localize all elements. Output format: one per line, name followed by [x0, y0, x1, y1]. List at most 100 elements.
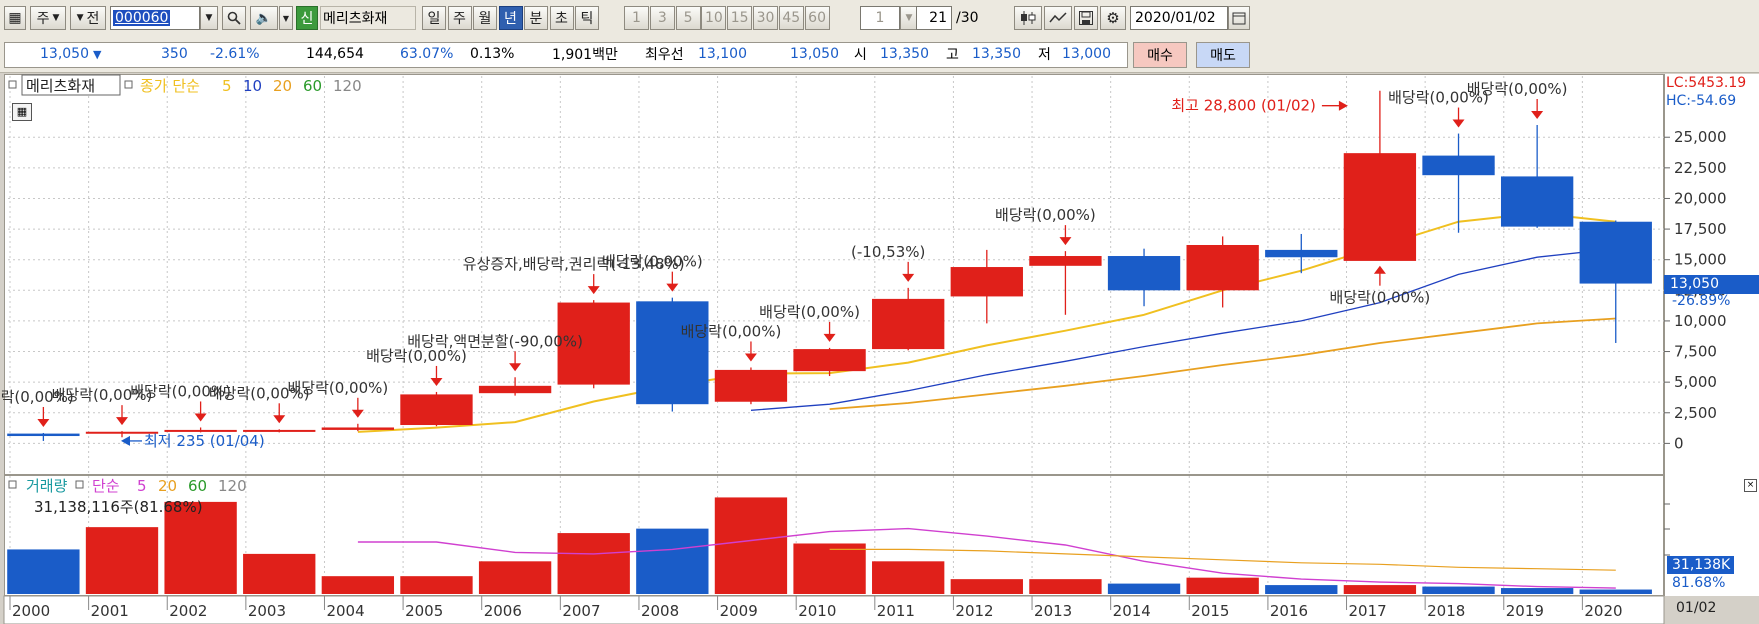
candle	[714, 367, 788, 405]
volume-percent-tag: 81.68%	[1672, 575, 1725, 591]
volume-ma-lines	[357, 503, 1670, 589]
x-tick-label: 2020	[1584, 602, 1622, 620]
table-icon[interactable]: ▦	[12, 103, 32, 121]
x-tick-label: 2016	[1270, 602, 1308, 620]
candle-body	[636, 301, 709, 405]
ma60-line	[829, 317, 1616, 410]
y-tick-label: 22,500	[1674, 159, 1727, 177]
candle-body	[400, 394, 473, 426]
x-tick-label: 2004	[326, 602, 364, 620]
volume-bar	[7, 549, 80, 594]
volume-bar	[243, 553, 316, 594]
volume-bar	[793, 543, 866, 594]
volume-bar	[1500, 588, 1574, 594]
x-tick-label: 2008	[641, 602, 679, 620]
candle	[1265, 233, 1338, 274]
annotation-arrowhead	[509, 363, 522, 372]
x-tick-label: 2011	[877, 602, 915, 620]
candle	[1422, 133, 1495, 233]
date-tag-text: 01/02	[1676, 600, 1717, 616]
candle-body	[1265, 249, 1338, 258]
legend-volume-ma-120: 120	[218, 477, 247, 495]
candle-body	[1186, 244, 1259, 291]
x-tick-label: 2001	[91, 602, 129, 620]
candle-body	[1107, 256, 1181, 291]
volume-ma20-line	[829, 548, 1616, 571]
x-tick-label: 2012	[955, 602, 993, 620]
close-icon[interactable]: ×	[1744, 479, 1757, 492]
y-tick-label: 5,000	[1674, 373, 1717, 391]
change-percent-tag-text: -26.89%	[1672, 292, 1731, 309]
legend-ma-60: 60	[303, 77, 322, 95]
volume-bar	[1265, 585, 1338, 594]
candle	[1186, 236, 1259, 308]
volume-bar	[950, 579, 1023, 594]
volume-bar	[85, 527, 159, 594]
annotation-label: 배당락(0,00%)	[1330, 289, 1431, 307]
x-tick-label: 2007	[562, 602, 600, 620]
x-tick-label: 2017	[1349, 602, 1387, 620]
candle	[636, 297, 709, 412]
annotation-label: 배당락(0,00%)	[602, 253, 703, 271]
legend-ma-20: 20	[273, 77, 292, 95]
legend-volume-current: 31,138,116주(81.68%)	[34, 498, 203, 516]
candle-body	[1343, 153, 1417, 261]
legend-stock-name: 메리츠화재	[26, 77, 95, 95]
legend-volume-ma-5: 5	[137, 477, 147, 495]
legend-volume-ma-60: 60	[188, 477, 207, 495]
x-tick-label: 2010	[798, 602, 836, 620]
date-tag: 01/02	[1676, 600, 1716, 616]
x-tick-label: 2014	[1113, 602, 1151, 620]
legend-square	[124, 80, 133, 89]
annotation-arrowhead	[902, 273, 915, 282]
volume-bar	[1343, 585, 1417, 594]
annotation-arrowhead	[744, 353, 757, 362]
candle	[1107, 248, 1181, 307]
annotation-arrowhead	[430, 377, 443, 386]
legend-square	[75, 480, 84, 489]
annotation-arrowhead	[1452, 119, 1465, 128]
y-tick-label: 2,500	[1674, 404, 1717, 422]
lc-label: LC:5453.19	[1666, 75, 1751, 91]
candle	[400, 391, 473, 427]
volume-bar	[714, 497, 788, 594]
x-tick-label: 2013	[1034, 602, 1072, 620]
volume-bar	[557, 533, 630, 594]
candle-body	[793, 349, 866, 372]
low-note: 최저 235 (01/04)	[144, 432, 265, 450]
candle	[1500, 124, 1574, 228]
annotation-arrowhead	[273, 415, 286, 424]
legend-volume-ma-label: 단순	[92, 477, 120, 495]
annotation-arrowhead	[1373, 265, 1386, 274]
volume-bar	[400, 576, 473, 594]
candle-body	[1422, 155, 1495, 176]
legend-volume-label: 거래량	[26, 477, 68, 495]
candle	[872, 287, 945, 351]
x-tick-label: 2018	[1427, 602, 1465, 620]
lc-label-text: LC:5453.19	[1666, 75, 1747, 91]
volume-tag: 31,138K	[1667, 556, 1734, 574]
volume-bar	[1422, 586, 1495, 594]
y-tick-label: 17,500	[1674, 220, 1727, 238]
x-tick-label: 2000	[12, 602, 50, 620]
volume-percent-tag-text: 81.68%	[1672, 575, 1726, 591]
volume-tag-text: 31,138K	[1672, 557, 1731, 573]
candle-body	[714, 369, 788, 402]
y-tick-label: 0	[1674, 434, 1684, 452]
annotation-label: 배당락(0,00%)	[287, 379, 388, 397]
annotation-label: 배당락(0,00%)	[681, 322, 782, 340]
candle-body	[1579, 221, 1652, 284]
candle-body	[950, 267, 1023, 297]
x-tick-label: 2003	[248, 602, 286, 620]
hc-label: HC:-54.69	[1666, 93, 1741, 109]
volume-bar	[872, 561, 945, 594]
high-note: 최고 28,800 (01/02)	[1171, 97, 1316, 115]
volume-bar	[636, 528, 709, 594]
low-note-arrowhead	[120, 435, 130, 446]
y-tick-label: 7,500	[1674, 343, 1717, 361]
volume-bar	[321, 576, 395, 594]
current-price-tag-text: 13,050	[1670, 275, 1719, 292]
volume-bars	[7, 497, 1652, 594]
annotation-arrowhead	[115, 417, 128, 426]
change-percent-tag: -26.89%	[1672, 293, 1730, 309]
